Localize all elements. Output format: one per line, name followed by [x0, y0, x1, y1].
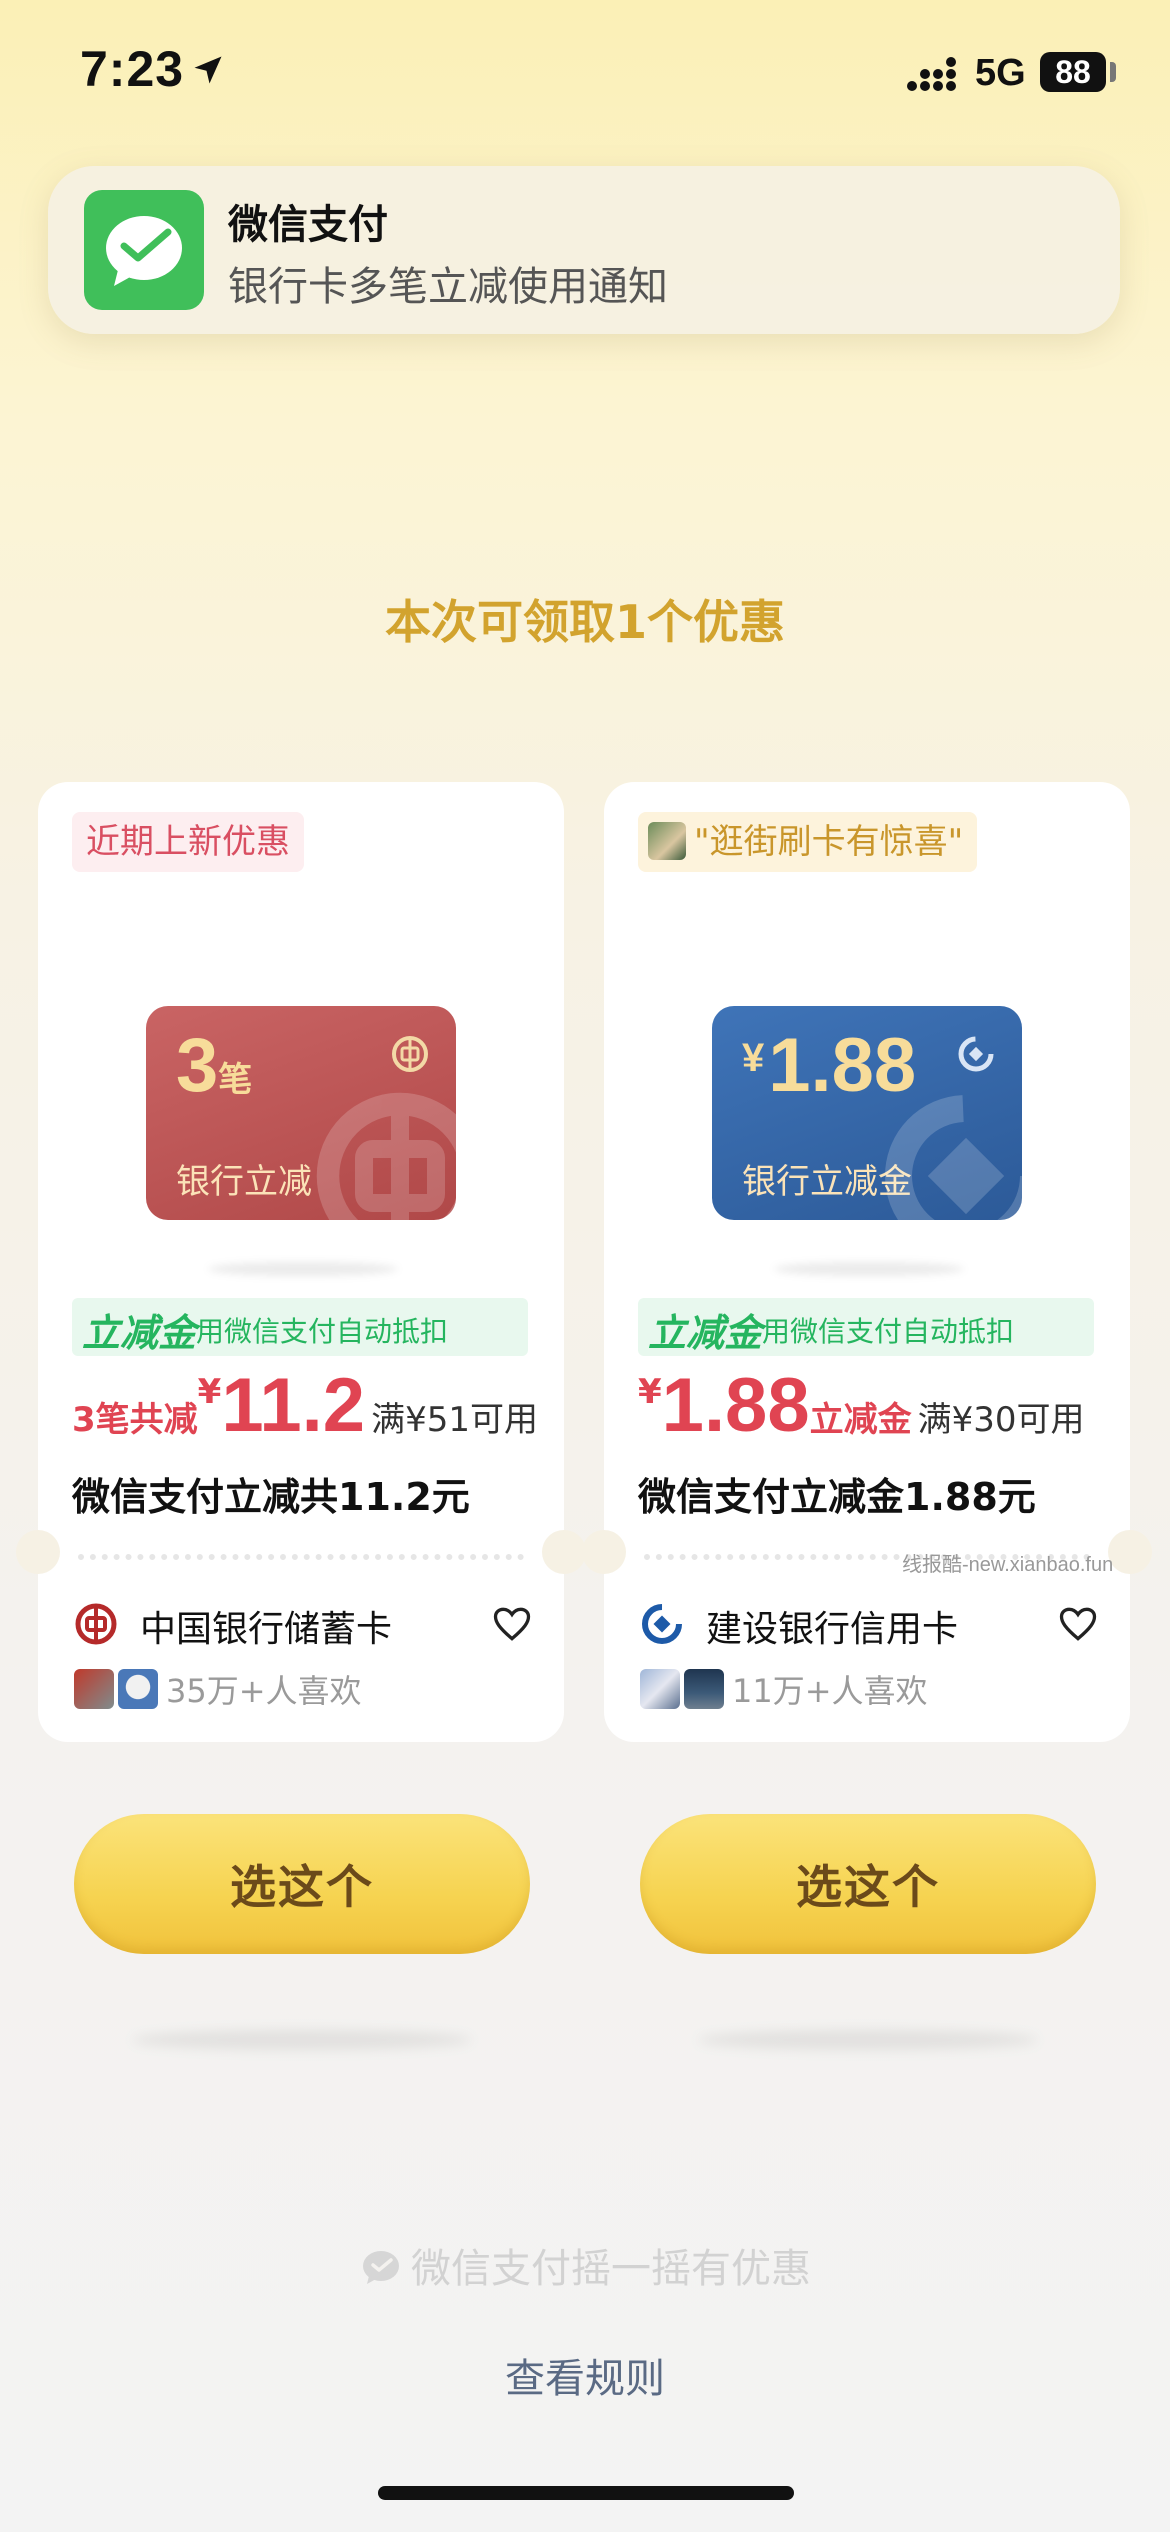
- bank-card-shadow: [208, 1262, 398, 1276]
- price-prefix: 3笔共减: [72, 1400, 198, 1440]
- price-amount: 1.88: [661, 1363, 810, 1448]
- price-condition: 满¥51可用: [371, 1400, 538, 1440]
- battery-cap: [1110, 62, 1116, 82]
- offer-description: 微信支付立减共11.2元: [72, 1475, 470, 1519]
- shake-text: 微信支付摇一摇有优惠: [411, 2246, 811, 2292]
- status-bar: 7:23 5G 88: [0, 0, 1170, 150]
- offer-description: 微信支付立减金1.88元: [638, 1475, 1036, 1519]
- home-indicator[interactable]: [378, 2486, 794, 2500]
- ccb-logo-icon: [642, 1604, 682, 1644]
- bank-row: 中国银行储蓄卡: [74, 1594, 534, 1654]
- feature-subtitle: 用微信支付自动抵扣: [196, 1315, 449, 1348]
- offer-card-boc[interactable]: 近期上新优惠 3笔 银行立减 立减金 用微信支付自动抵扣 3笔共减¥11.2 满¥…: [16, 782, 586, 1742]
- feature-subtitle: 用微信支付自动抵扣: [762, 1315, 1015, 1348]
- bank-card-image: 3笔 银行立减: [146, 1006, 456, 1220]
- signal-icon: [907, 57, 956, 91]
- ticket-notch: [16, 1530, 60, 1574]
- network-type: 5G: [975, 52, 1026, 94]
- wechat-pay-icon: [363, 2251, 399, 2284]
- tag-thumbnail: [648, 821, 686, 860]
- status-time: 7:23: [80, 41, 185, 97]
- heart-icon[interactable]: [1056, 1602, 1100, 1646]
- price-amount: 11.2: [221, 1363, 366, 1448]
- ticket-notch: [1108, 1530, 1152, 1574]
- feature-strip: 立减金 用微信支付自动抵扣: [638, 1298, 1094, 1356]
- ticket-notch: [582, 1530, 626, 1574]
- bank-card-unit: 笔: [218, 1061, 253, 1099]
- price-suffix: 立减金: [809, 1400, 912, 1440]
- shake-promo: 微信支付摇一摇有优惠: [0, 2236, 1170, 2294]
- likes-row: 11万+人喜欢: [640, 1666, 928, 1716]
- feature-strip: 立减金 用微信支付自动抵扣: [72, 1298, 528, 1356]
- price-condition: 满¥30可用: [917, 1400, 1085, 1440]
- bank-name: 中国银行储蓄卡: [140, 1609, 393, 1650]
- price-line: ¥1.88立减金 满¥30可用: [638, 1362, 1118, 1452]
- feature-title: 立减金: [82, 1311, 197, 1355]
- dotted-divider: [78, 1554, 524, 1560]
- view-rules-link[interactable]: 查看规则: [0, 2346, 1170, 2404]
- likes-count: 11万+人喜欢: [732, 1672, 928, 1710]
- button-shadow: [698, 2030, 1038, 2050]
- likes-row: 35万+人喜欢: [74, 1666, 362, 1716]
- battery-level: 88: [1055, 54, 1091, 90]
- feature-title: 立减金: [648, 1311, 763, 1355]
- choose-ccb-button[interactable]: 选这个: [640, 1814, 1096, 1954]
- notification-title: 微信支付: [228, 202, 388, 248]
- bank-card-label: 银行立减: [176, 1162, 312, 1202]
- boc-watermark-icon: [316, 1092, 456, 1220]
- offer-tag: 近期上新优惠: [72, 812, 304, 872]
- avatar: [118, 1669, 158, 1709]
- notification-body: 银行卡多笔立减使用通知: [228, 264, 668, 310]
- bank-card-amount: 3笔: [176, 1022, 252, 1109]
- bank-card-currency: ¥: [742, 1036, 765, 1080]
- heart-icon[interactable]: [490, 1602, 534, 1646]
- offer-tag-text: "逛街刷卡有惊喜": [694, 822, 964, 862]
- button-shadow: [132, 2030, 472, 2050]
- bank-card-shadow: [774, 1262, 964, 1276]
- battery-icon: 88: [1040, 52, 1106, 92]
- bank-card-count: 3: [176, 1023, 219, 1108]
- notification-banner[interactable]: 微信支付 银行卡多笔立减使用通知: [48, 166, 1120, 334]
- ticket-notch: [542, 1530, 586, 1574]
- price-line: 3笔共减¥11.2 满¥51可用: [72, 1362, 552, 1452]
- boc-logo-icon: [75, 1603, 117, 1645]
- page-headline: 本次可领取1个优惠: [384, 595, 785, 649]
- wechat-pay-icon: [84, 190, 204, 310]
- price-currency: ¥: [197, 1372, 222, 1412]
- bank-row: 建设银行信用卡: [640, 1594, 1100, 1654]
- offer-tag: "逛街刷卡有惊喜": [638, 812, 978, 872]
- location-arrow-icon: [194, 56, 222, 84]
- bank-card-image: ¥1.88 银行立减金: [712, 1006, 1022, 1220]
- ccb-logo-icon: [958, 1036, 994, 1072]
- watermark-text: 线报酷-new.xianbao.fun: [902, 1554, 1114, 1576]
- price-currency: ¥: [638, 1372, 662, 1412]
- avatar: [74, 1669, 114, 1709]
- avatar: [640, 1669, 680, 1709]
- bank-name: 建设银行信用卡: [706, 1609, 959, 1650]
- avatar: [684, 1669, 724, 1709]
- boc-logo-icon: [392, 1036, 428, 1072]
- offer-card-ccb[interactable]: "逛街刷卡有惊喜" ¥1.88 银行立减金 立减金 用微信支付自动抵扣 ¥1.8…: [582, 782, 1152, 1742]
- choose-boc-button[interactable]: 选这个: [74, 1814, 530, 1954]
- likes-count: 35万+人喜欢: [166, 1672, 362, 1710]
- ccb-watermark-icon: [885, 1095, 1022, 1220]
